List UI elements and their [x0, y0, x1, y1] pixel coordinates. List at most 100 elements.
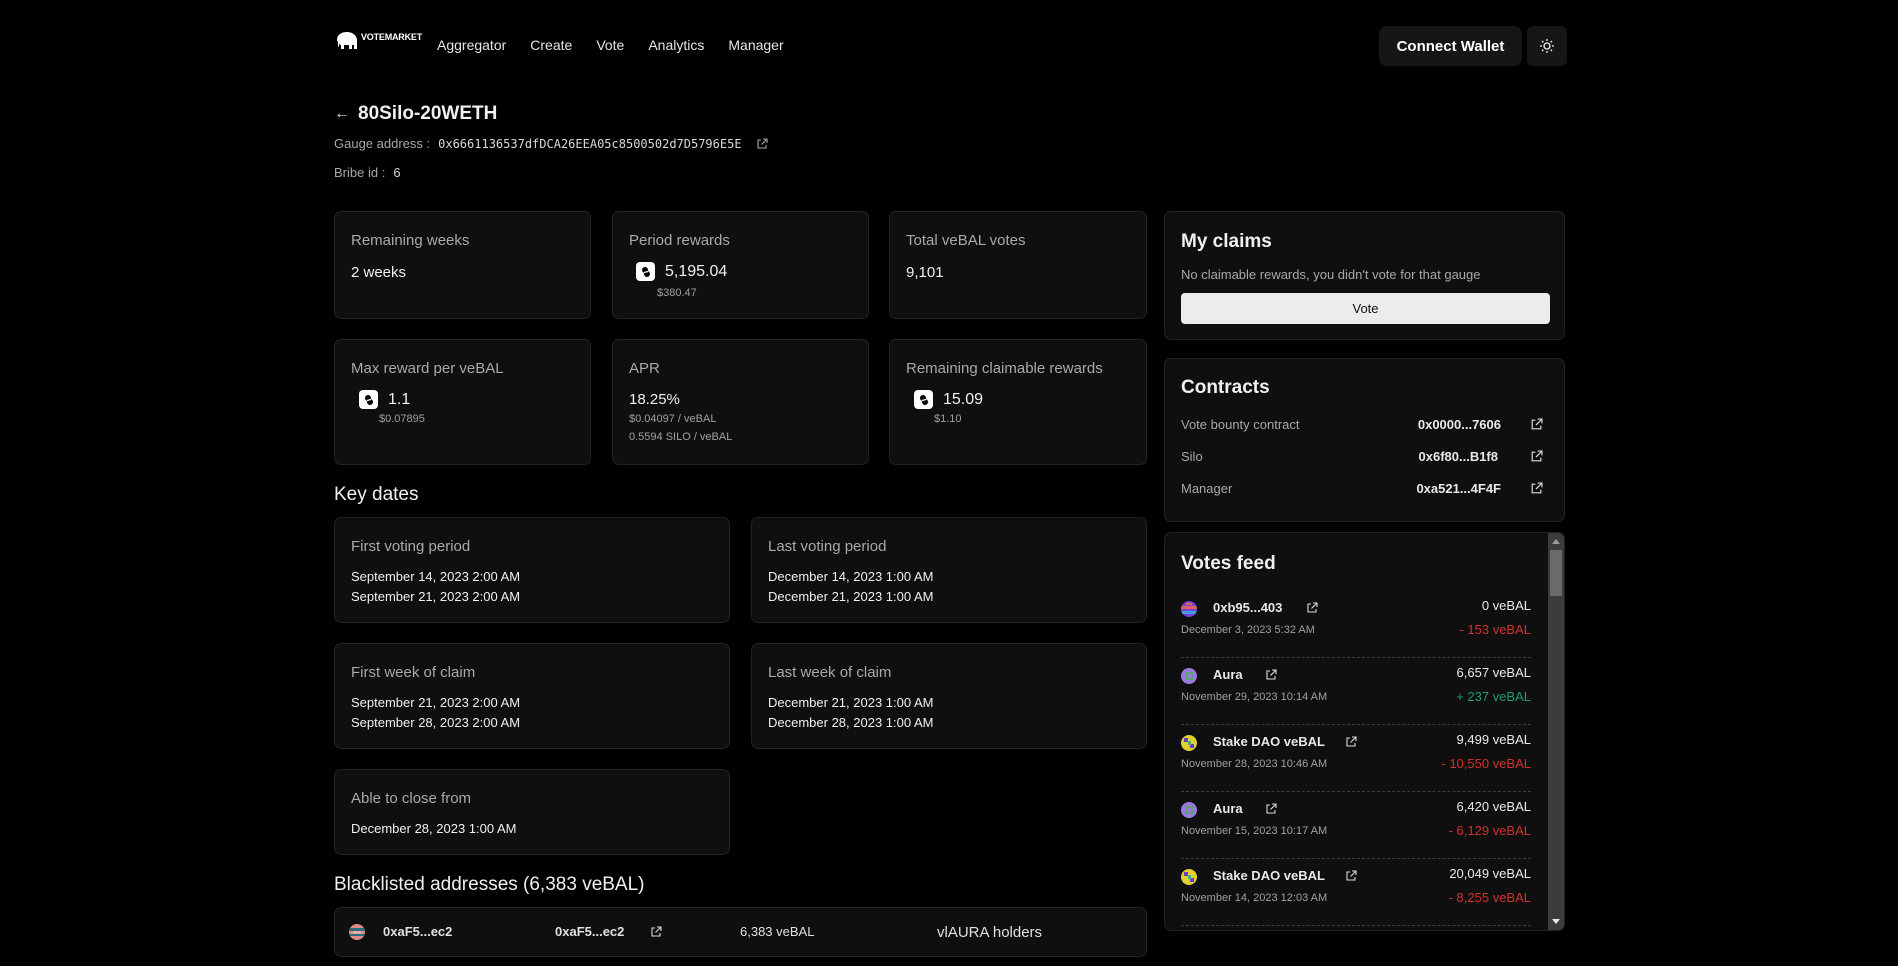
vote-delta: - 153 veBAL	[1459, 622, 1531, 637]
connect-wallet-button[interactable]: Connect Wallet	[1379, 26, 1522, 66]
card-label: Able to close from	[351, 790, 472, 807]
page-header: ← 80Silo-20WETH	[334, 103, 497, 125]
last-voting-period-card: Last voting period December 14, 2023 1:0…	[751, 517, 1147, 623]
bribe-id-label: Bribe id :	[334, 165, 386, 180]
my-claims-card: My claims No claimable rewards, you didn…	[1164, 211, 1565, 340]
card-usd-value: $380.47	[657, 287, 697, 299]
voter-name[interactable]: Aura	[1213, 801, 1243, 816]
vote-button[interactable]: Vote	[1181, 293, 1550, 324]
vote-delta: - 8,255 veBAL	[1448, 890, 1531, 905]
contract-label: Vote bounty contract	[1181, 417, 1300, 432]
external-link-icon[interactable]	[1265, 669, 1277, 681]
contract-address[interactable]: 0x0000...7606	[1418, 417, 1501, 432]
voter-name[interactable]: 0xb95...403	[1213, 600, 1282, 615]
votes-feed-scrollbar[interactable]	[1548, 533, 1564, 930]
external-link-icon[interactable]	[1530, 450, 1543, 463]
vote-amount: 6,420 veBAL	[1456, 799, 1531, 814]
blacklist-address-link[interactable]: 0xaF5...ec2	[555, 924, 624, 939]
contract-row-vote-bounty: Vote bounty contract 0x0000...7606	[1181, 417, 1551, 437]
period-end: September 21, 2023 2:00 AM	[351, 589, 521, 604]
key-dates-title: Key dates	[334, 484, 419, 505]
vote-delta: - 6,129 veBAL	[1448, 823, 1531, 838]
contract-address[interactable]: 0xa521...4F4F	[1416, 481, 1501, 496]
card-label: Max reward per veBAL	[351, 360, 504, 377]
sun-icon	[1540, 39, 1554, 53]
votes-feed-card: Votes feed 0xb95...403 0 veBAL - 153 veB…	[1164, 532, 1565, 931]
silo-token-icon	[636, 262, 655, 281]
contract-row-manager: Manager 0xa521...4F4F	[1181, 481, 1551, 501]
feed-item: Stake DAO veBAL 20,049 veBAL - 8,255 veB…	[1181, 859, 1531, 926]
address-avatar-icon	[349, 924, 365, 940]
my-claims-title: My claims	[1181, 231, 1272, 252]
gauge-address-value: 0x6661136537dfDCA26EEA05c8500502d7D5796E…	[438, 136, 742, 151]
card-value: 15.09	[943, 390, 984, 408]
vote-time: December 3, 2023 5:32 AM	[1181, 624, 1315, 636]
nav-analytics[interactable]: Analytics	[648, 37, 704, 53]
my-claims-message: No claimable rewards, you didn't vote fo…	[1181, 267, 1481, 282]
external-link-icon[interactable]	[650, 926, 662, 938]
contracts-title: Contracts	[1181, 377, 1270, 398]
logo[interactable]: VOTEMARKET	[334, 30, 422, 52]
blacklist-amount: 6,383 veBAL	[740, 924, 815, 939]
apr-card: APR 18.25% $0.04097 / veBAL 0.5594 SILO …	[612, 339, 869, 465]
external-link-icon[interactable]	[1265, 803, 1277, 815]
voter-avatar-icon	[1181, 735, 1197, 751]
scroll-thumb[interactable]	[1550, 550, 1562, 596]
card-value: 18.25%	[629, 391, 680, 408]
contract-label: Manager	[1181, 481, 1233, 496]
top-nav: VOTEMARKET Aggregator Create Vote Analyt…	[334, 26, 1567, 66]
period-start: December 14, 2023 1:00 AM	[768, 569, 934, 584]
external-link-icon[interactable]	[1345, 870, 1357, 882]
scroll-up-arrow-icon[interactable]	[1552, 539, 1560, 544]
vote-delta: + 237 veBAL	[1456, 689, 1531, 704]
card-value: 1.1	[388, 390, 411, 408]
feed-item: Aura 6,657 veBAL + 237 veBAL November 29…	[1181, 658, 1531, 725]
blacklist-row: 0xaF5...ec2 0xaF5...ec2 6,383 veBAL vlAU…	[334, 907, 1147, 957]
external-link-icon[interactable]	[1306, 602, 1318, 614]
logo-text: VOTEMARKET	[361, 32, 423, 42]
back-arrow-icon[interactable]: ←	[334, 105, 350, 123]
silo-token-icon	[914, 390, 933, 409]
vote-amount: 6,657 veBAL	[1456, 665, 1531, 680]
card-usd-value: $0.07895	[379, 413, 425, 425]
nav-aggregator[interactable]: Aggregator	[437, 37, 506, 53]
period-end: December 21, 2023 1:00 AM	[768, 589, 934, 604]
close-date: December 28, 2023 1:00 AM	[351, 821, 517, 836]
silo-token-icon	[359, 390, 378, 409]
voter-name[interactable]: Stake DAO veBAL	[1213, 734, 1325, 749]
page-title: 80Silo-20WETH	[358, 103, 498, 124]
contract-row-silo: Silo 0x6f80...B1f8	[1181, 449, 1551, 469]
blacklisted-addresses-title: Blacklisted addresses (6,383 veBAL)	[334, 874, 645, 895]
card-usd-value: $1.10	[934, 413, 962, 425]
period-start: December 21, 2023 1:00 AM	[768, 695, 934, 710]
scroll-down-arrow-icon[interactable]	[1552, 919, 1560, 924]
first-voting-period-card: First voting period September 14, 2023 2…	[334, 517, 730, 623]
period-start: September 21, 2023 2:00 AM	[351, 695, 521, 710]
last-week-of-claim-card: Last week of claim December 21, 2023 1:0…	[751, 643, 1147, 749]
voter-name[interactable]: Stake DAO veBAL	[1213, 868, 1325, 883]
external-link-icon[interactable]	[1530, 482, 1543, 495]
period-end: September 28, 2023 2:00 AM	[351, 715, 521, 730]
apr-usd-per-vebal: $0.04097 / veBAL	[629, 413, 717, 425]
vote-amount: 9,499 veBAL	[1456, 732, 1531, 747]
card-label: Remaining weeks	[351, 232, 470, 249]
apr-token-per-vebal: 0.5594 SILO / veBAL	[629, 431, 733, 443]
voter-name[interactable]: Aura	[1213, 667, 1243, 682]
nav-manager[interactable]: Manager	[728, 37, 783, 53]
contract-label: Silo	[1181, 449, 1203, 464]
vote-time: November 15, 2023 10:17 AM	[1181, 825, 1328, 837]
external-link-icon[interactable]	[756, 137, 768, 150]
card-value: 2 weeks	[351, 264, 407, 281]
nav-vote[interactable]: Vote	[596, 37, 624, 53]
vote-time: November 29, 2023 10:14 AM	[1181, 691, 1328, 703]
nav-create[interactable]: Create	[530, 37, 572, 53]
external-link-icon[interactable]	[1345, 736, 1357, 748]
contract-address[interactable]: 0x6f80...B1f8	[1419, 449, 1499, 464]
theme-toggle-button[interactable]	[1527, 26, 1567, 66]
total-votes-card: Total veBAL votes 9,101	[889, 211, 1147, 319]
external-link-icon[interactable]	[1530, 418, 1543, 431]
elephant-logo-icon	[337, 32, 357, 49]
vote-time: November 28, 2023 10:46 AM	[1181, 758, 1328, 770]
feed-item: Stake DAO veBAL 9,499 veBAL - 10,550 veB…	[1181, 725, 1531, 792]
vote-delta: - 10,550 veBAL	[1441, 756, 1531, 771]
